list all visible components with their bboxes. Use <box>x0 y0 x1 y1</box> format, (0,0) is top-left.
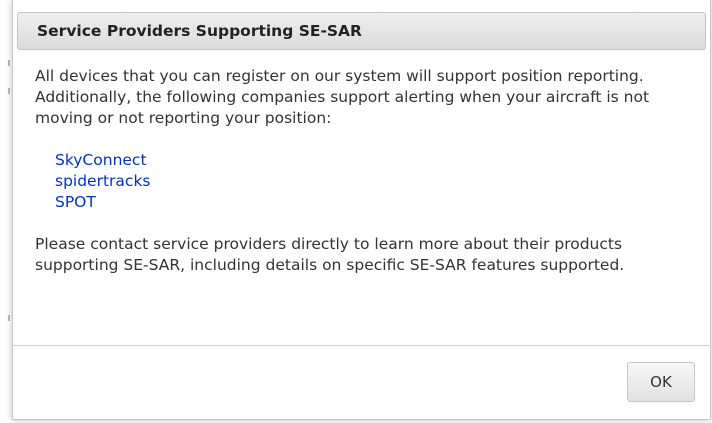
background-tick <box>8 60 10 66</box>
background-tick <box>8 315 10 321</box>
provider-link-spot[interactable]: SPOT <box>55 193 96 211</box>
ok-button[interactable]: OK <box>627 362 695 402</box>
closing-text: Please contact service providers directl… <box>35 235 625 274</box>
background-tick <box>8 88 10 94</box>
page: Service Providers Supporting SE-SAR All … <box>0 0 712 423</box>
list-item: SPOT <box>55 192 695 213</box>
dialog-title-bar[interactable]: Service Providers Supporting SE-SAR <box>17 12 706 50</box>
background-page-edge <box>0 0 12 423</box>
provider-link-spidertracks[interactable]: spidertracks <box>55 172 151 190</box>
provider-link-skyconnect[interactable]: SkyConnect <box>55 151 147 169</box>
list-item: SkyConnect <box>55 150 695 171</box>
service-providers-dialog: Service Providers Supporting SE-SAR All … <box>12 0 711 420</box>
provider-list: SkyConnect spidertracks SPOT <box>55 150 695 213</box>
dialog-title: Service Providers Supporting SE-SAR <box>37 22 362 40</box>
dialog-content: All devices that you can register on our… <box>35 66 695 276</box>
intro-text: All devices that you can register on our… <box>35 67 650 127</box>
list-item: spidertracks <box>55 171 695 192</box>
button-pane-divider <box>13 345 710 346</box>
